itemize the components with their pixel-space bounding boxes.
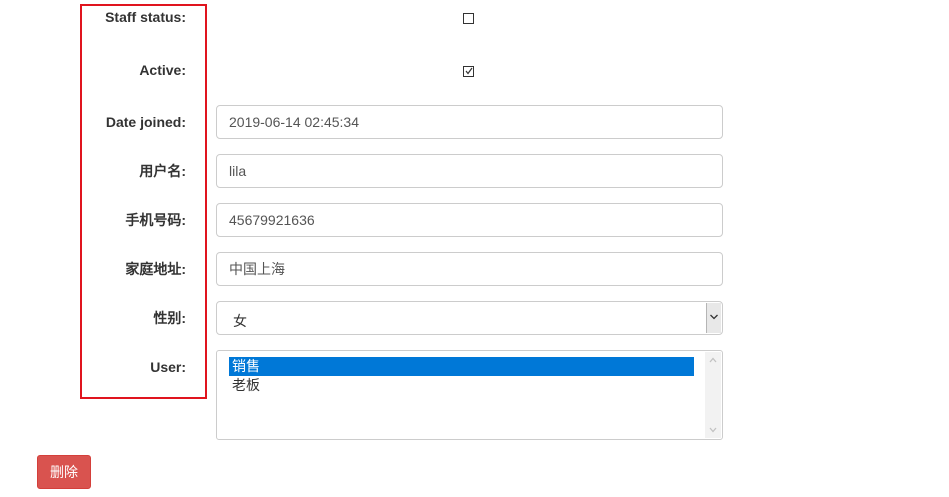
gender-dropdown-button[interactable] [706, 303, 721, 333]
gender-label: 性别: [153, 310, 186, 326]
date-joined-label: Date joined: [105, 114, 186, 130]
chevron-down-icon [710, 314, 718, 320]
address-input[interactable] [216, 252, 723, 286]
checkmark-icon [465, 67, 473, 75]
address-label: 家庭地址: [125, 261, 186, 277]
gender-selected-value: 女 [233, 313, 247, 329]
active-label: Active: [139, 62, 186, 78]
date-joined-input[interactable] [216, 105, 723, 139]
phone-label: 手机号码: [125, 212, 186, 228]
staff-status-checkbox[interactable] [463, 13, 474, 24]
scroll-down-icon[interactable] [709, 427, 717, 433]
user-multiselect[interactable]: 销售 老板 [216, 350, 723, 440]
active-checkbox[interactable] [463, 66, 474, 77]
username-label: 用户名: [139, 163, 186, 179]
listbox-scrollbar[interactable] [705, 352, 721, 438]
staff-status-label: Staff status: [105, 9, 186, 25]
gender-select[interactable]: 女 [216, 301, 723, 335]
user-label: User: [150, 359, 186, 375]
user-option-boss[interactable]: 老板 [229, 376, 694, 395]
username-input[interactable] [216, 154, 723, 188]
phone-input[interactable] [216, 203, 723, 237]
scroll-up-icon[interactable] [709, 357, 717, 363]
delete-button[interactable]: 删除 [37, 455, 91, 489]
user-option-sales[interactable]: 销售 [229, 357, 694, 376]
